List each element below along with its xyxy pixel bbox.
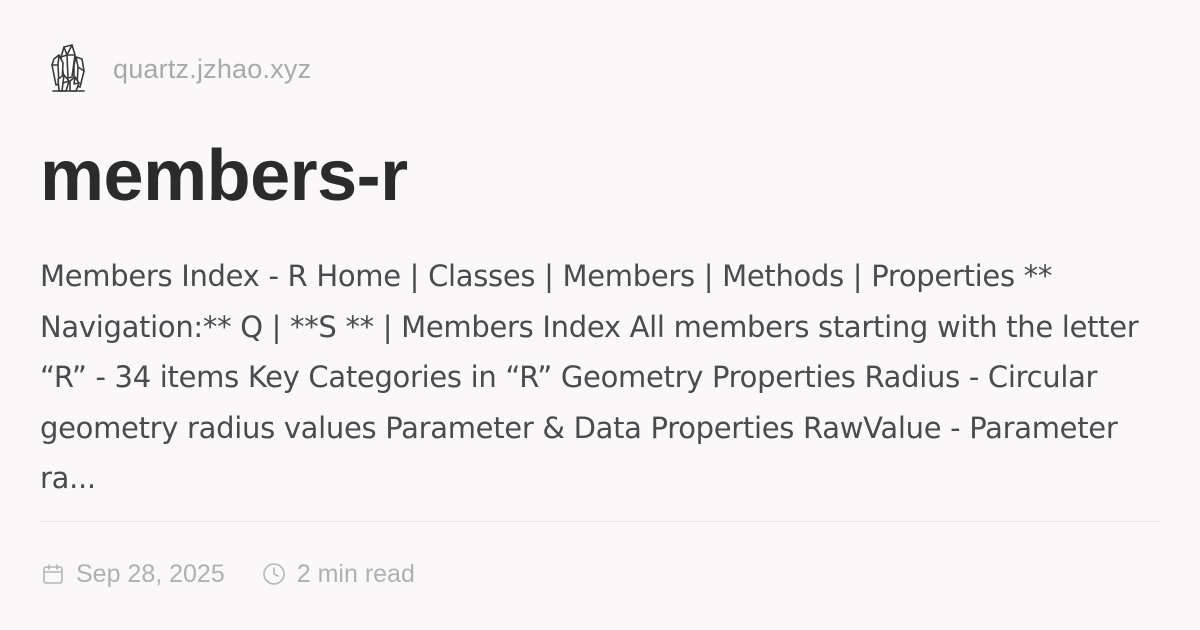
page-title: members-r xyxy=(40,136,408,216)
calendar-icon xyxy=(40,561,66,587)
crystal-cluster-icon xyxy=(40,40,96,98)
site-header: quartz.jzhao.xyz xyxy=(40,40,1160,98)
date-item: Sep 28, 2025 xyxy=(40,560,225,589)
og-card: quartz.jzhao.xyz members-r Members Index… xyxy=(0,0,1200,630)
publish-date: Sep 28, 2025 xyxy=(76,559,225,588)
read-time: 2 min read xyxy=(296,559,415,588)
read-time-item: 2 min read xyxy=(261,560,415,589)
page-description: Members Index - R Home | Classes | Membe… xyxy=(40,259,1139,495)
meta-row: Sep 28, 2025 2 min read xyxy=(40,556,415,592)
divider xyxy=(40,521,1160,522)
clock-icon xyxy=(261,561,287,587)
site-url[interactable]: quartz.jzhao.xyz xyxy=(113,54,311,85)
